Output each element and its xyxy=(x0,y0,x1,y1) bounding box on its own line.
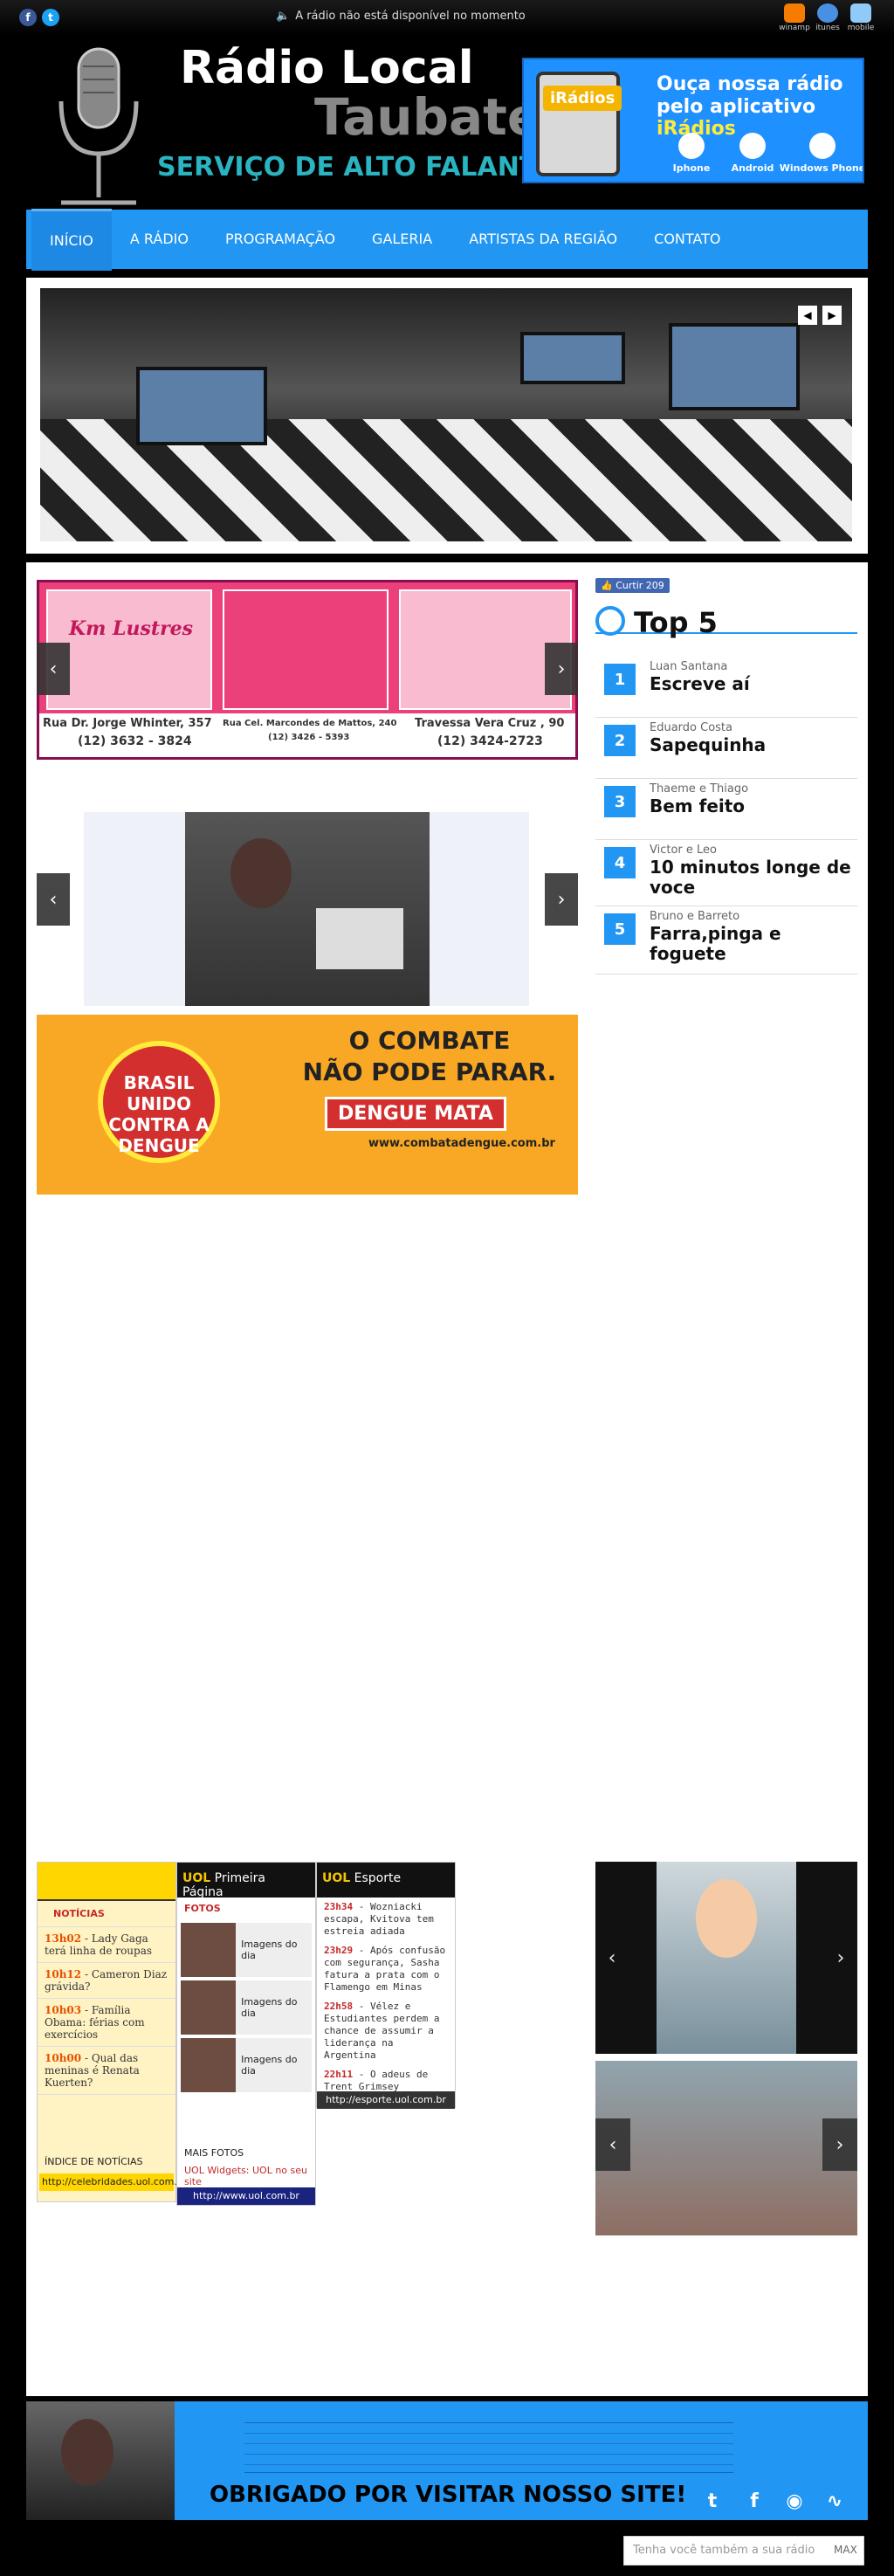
studio-photo: ◀ ▶ xyxy=(40,288,852,541)
app-banner-line1: Ouça nossa rádio xyxy=(657,73,843,95)
uol-primeira-pagina-widget: UOL Primeira Página FOTOS Imagens do dia… xyxy=(176,1862,316,2206)
platform-android: Android xyxy=(718,133,787,174)
top5-item[interactable]: 3 Thaeme e Thiago Bem feito xyxy=(595,779,857,840)
radio-status: 🔈 A rádio não está disponível no momento xyxy=(276,10,526,23)
windows-icon xyxy=(809,133,836,159)
nav-programacao[interactable]: PROGRAMAÇÃO xyxy=(207,210,354,269)
max-logo: MAX xyxy=(834,2544,857,2556)
sidebar-photo-slider: ‹ › xyxy=(595,1862,857,2054)
top5-item[interactable]: 4 Victor e Leo 10 minutos longe de voce xyxy=(595,840,857,906)
site-tagline: SERVIÇO DE ALTO FALANTE xyxy=(157,152,540,183)
iradios-logo: iRádios xyxy=(543,86,622,111)
km-lustres-logo: Km Lustres xyxy=(69,617,194,640)
dengue-tag: DENGUE MATA xyxy=(325,1097,506,1131)
photo-item[interactable]: Imagens do dia xyxy=(181,2038,312,2092)
android-icon xyxy=(739,133,766,159)
news-item[interactable]: 10h12 - Cameron Diaz grávida? xyxy=(38,1963,175,1999)
ad-carousel-prev-button[interactable]: ‹ xyxy=(37,643,70,695)
news-item[interactable]: 23h29 - Após confusão com segurança, Sas… xyxy=(317,1941,455,1997)
platform-windows-phone: Windows Phone xyxy=(779,133,863,174)
twitter-icon[interactable]: t xyxy=(700,2489,725,2513)
mobile-icon xyxy=(850,3,871,23)
facebook-icon[interactable]: f xyxy=(742,2489,767,2513)
dengue-campaign-ad[interactable]: BRASIL UNIDO CONTRA A DENGUE O COMBATE NÃ… xyxy=(37,1015,578,1195)
market-slider-prev-button[interactable]: ‹ xyxy=(595,2118,630,2171)
site-title: Rádio Local xyxy=(180,42,474,94)
rss-icon[interactable]: ∿ xyxy=(822,2489,847,2513)
uol-celebridades-widget: NOTÍCIAS 13h02 - Lady Gaga terá linha de… xyxy=(37,1862,187,2202)
speaker-muted-icon: 🔈 xyxy=(276,10,291,23)
news-item[interactable]: 22h58 - Vélez e Estudiantes perdem a cha… xyxy=(317,1997,455,2065)
main-nav: INÍCIO A RÁDIO PROGRAMAÇÃO GALERIA ARTIS… xyxy=(26,208,868,271)
dj-photo xyxy=(84,812,529,1006)
photo-carousel-prev-button[interactable]: ‹ xyxy=(37,873,70,926)
sidebar-market-photo: ‹ › xyxy=(595,2061,857,2235)
top-bar: f t 🔈 A rádio não está disponível no mom… xyxy=(0,0,894,35)
dengue-seal: BRASIL UNIDO CONTRA A DENGUE xyxy=(98,1041,220,1163)
site-title-city: Taubaté xyxy=(314,87,540,147)
itunes-icon xyxy=(817,3,838,23)
km-lustres-addresses: Rua Dr. Jorge Whinter, 357 (12) 3632 - 3… xyxy=(39,713,575,757)
footer-dj-photo xyxy=(26,2401,175,2520)
mobile-player-link[interactable]: mobile xyxy=(845,3,877,32)
radio-network-icon[interactable]: ◉ xyxy=(782,2489,807,2513)
hero-slider: ◀ ▶ xyxy=(26,278,868,554)
nav-contato[interactable]: CONTATO xyxy=(636,210,739,269)
nav-a-radio[interactable]: A RÁDIO xyxy=(112,210,207,269)
news-item[interactable]: 10h00 - Qual das meninas é Renata Kuerte… xyxy=(38,2047,175,2095)
dengue-url: www.combatadengue.com.br xyxy=(368,1137,555,1150)
more-photos-link[interactable]: MAIS FOTOS xyxy=(184,2147,244,2159)
itunes-player-link[interactable]: itunes xyxy=(812,3,843,32)
celebridades-link[interactable]: http://celebridades.uol.com.br xyxy=(39,2173,187,2191)
top5-item[interactable]: 2 Eduardo Costa Sapequinha xyxy=(595,718,857,779)
music-note-icon xyxy=(595,606,625,636)
news-index-link[interactable]: ÍNDICE DE NOTÍCIAS xyxy=(45,2156,143,2167)
music-staff-decoration xyxy=(244,2422,733,2473)
news-item[interactable]: 10h03 - Família Obama: férias com exercí… xyxy=(38,1999,175,2047)
nav-artistas-da-regiao[interactable]: ARTISTAS DA REGIÃO xyxy=(450,210,636,269)
news-item[interactable]: 23h34 - Wozniacki escapa, Kvitova tem es… xyxy=(317,1898,455,1941)
uol-esporte-widget: UOL Esporte 23h34 - Wozniacki escapa, Kv… xyxy=(316,1862,456,2109)
sidebar-slider-next-button[interactable]: › xyxy=(828,1932,854,1984)
winamp-player-link[interactable]: winamp xyxy=(779,3,810,32)
slider-next-button[interactable]: ▶ xyxy=(822,306,842,325)
top5-item[interactable]: 5 Bruno e Barreto Farra,pinga e foguete xyxy=(595,906,857,975)
ad-carousel-next-button[interactable]: › xyxy=(545,643,578,695)
km-lustres-ad[interactable]: Km Lustres Rua Dr. Jorge Whinter, 357 (1… xyxy=(37,580,578,760)
platform-iphone: Iphone xyxy=(657,133,726,174)
uol-widgets-link[interactable]: UOL Widgets: UOL no seu site xyxy=(184,2165,315,2187)
news-item[interactable]: 13h02 - Lady Gaga terá linha de roupas xyxy=(38,1927,175,1963)
photo-item[interactable]: Imagens do dia xyxy=(181,1980,312,2035)
top5-heading: Top 5 xyxy=(595,606,857,639)
apple-icon xyxy=(678,133,705,159)
market-slider-next-button[interactable]: › xyxy=(822,2118,857,2171)
facebook-like-button[interactable]: 👍 Curtir 209 xyxy=(595,578,670,593)
site-header: Rádio Local Taubaté SERVIÇO DE ALTO FALA… xyxy=(26,35,868,210)
main-content: Km Lustres Rua Dr. Jorge Whinter, 357 (1… xyxy=(26,562,868,2396)
microphone-logo-icon xyxy=(58,47,139,205)
nav-inicio[interactable]: INÍCIO xyxy=(31,208,112,271)
iradios-app-banner[interactable]: iRádios Ouça nossa rádio pelo aplicativo… xyxy=(522,58,864,183)
winamp-icon xyxy=(784,3,805,23)
esporte-link[interactable]: http://esporte.uol.com.br xyxy=(317,2091,455,2109)
photo-carousel-next-button[interactable]: › xyxy=(545,873,578,926)
photo-item[interactable]: Imagens do dia xyxy=(181,1923,312,1977)
top5-item[interactable]: 1 Luan Santana Escreve aí xyxy=(595,657,857,718)
facebook-icon[interactable]: f xyxy=(19,9,37,26)
site-footer: OBRIGADO POR VISITAR NOSSO SITE! t f ◉ ∿ xyxy=(26,2401,868,2520)
sidebar-slider-prev-button[interactable]: ‹ xyxy=(599,1932,625,1984)
twitter-icon[interactable]: t xyxy=(42,9,59,26)
slider-prev-button[interactable]: ◀ xyxy=(798,306,817,325)
nav-galeria[interactable]: GALERIA xyxy=(354,210,450,269)
uol-link[interactable]: http://www.uol.com.br xyxy=(177,2187,315,2205)
footer-thanks: OBRIGADO POR VISITAR NOSSO SITE! xyxy=(210,2482,687,2508)
max-radio-promo-box[interactable]: Tenha você também a sua rádio MAX xyxy=(623,2536,864,2566)
radio-status-text: A rádio não está disponível no momento xyxy=(295,10,526,23)
